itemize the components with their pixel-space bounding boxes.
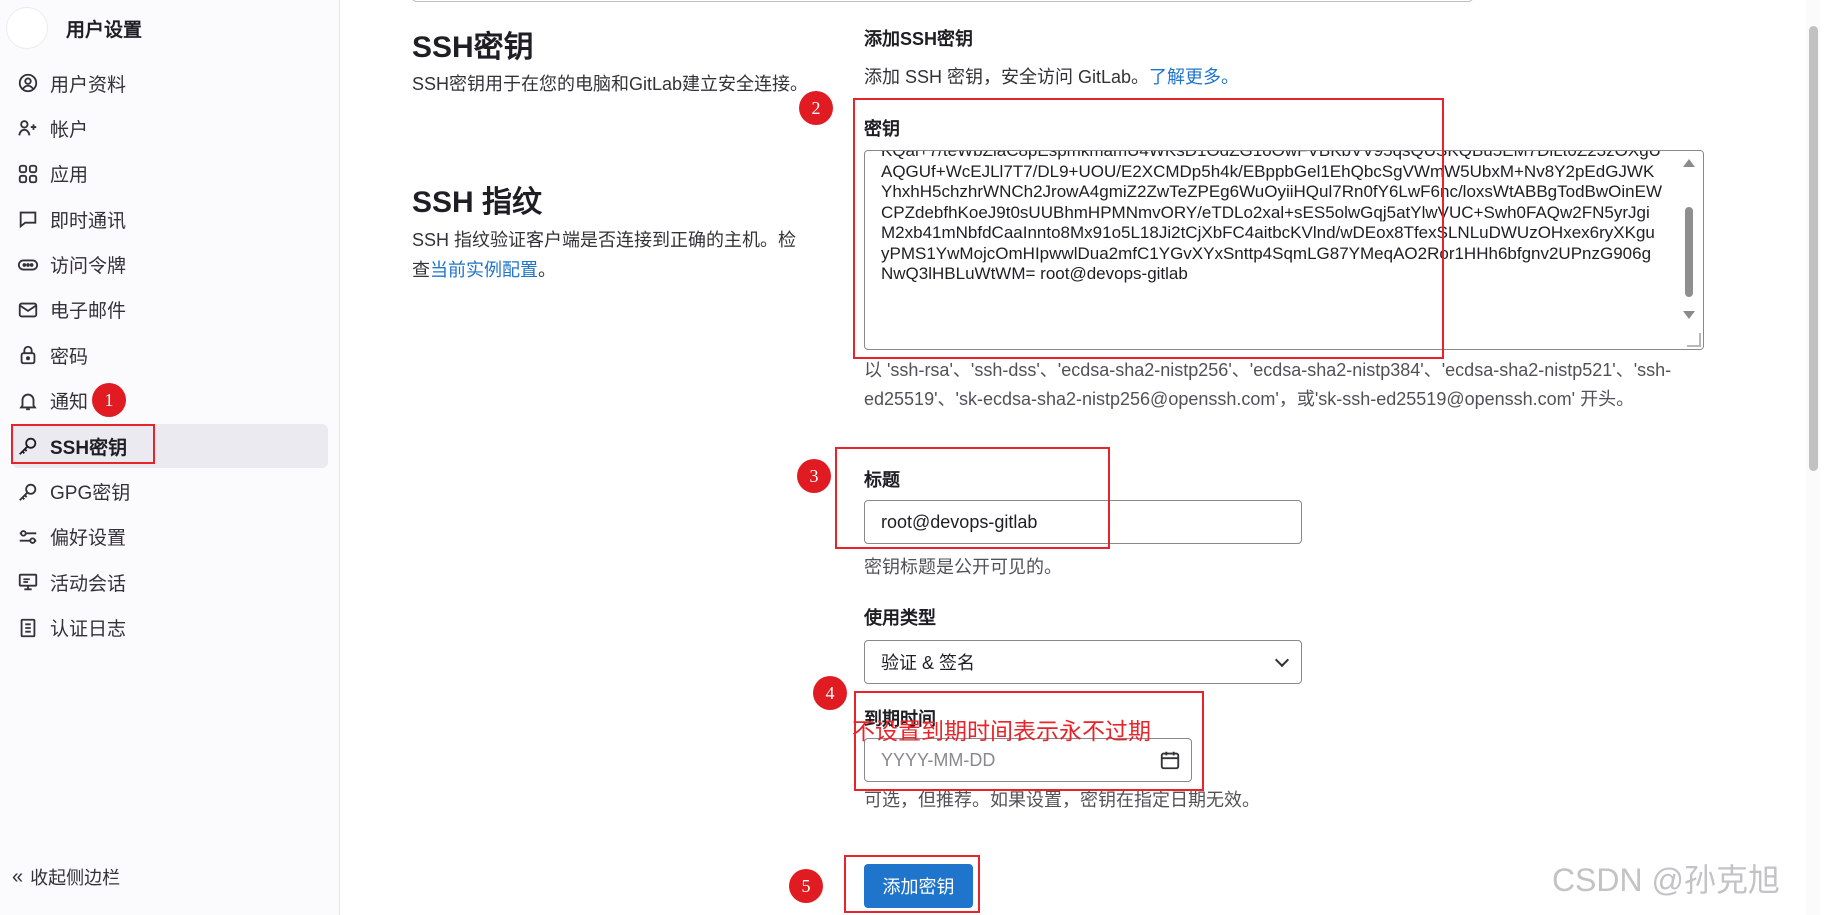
account-icon (16, 116, 40, 140)
key-textarea-value: KQal+7/teWbZlaC8pEspmkmamU4WKsD1OdZG1oOw… (881, 150, 1663, 283)
double-chevron-left-icon: « (12, 865, 23, 888)
sidebar-item-active-sessions[interactable]: 活动会话 (12, 560, 328, 604)
learn-more-link[interactable]: 了解更多。 (1149, 67, 1239, 87)
sidebar-item-label: 电子邮件 (50, 301, 127, 323)
sidebar-nav: 用户资料 帐户 应用 即时通讯 访问令牌 电子邮件 密码 通知 SSH密钥 GP… (12, 61, 328, 651)
ssh-fingerprint-title: SSH 指纹 (412, 186, 543, 219)
main-content: SSH密钥 SSH密钥用于在您的电脑和GitLab建立安全连接。 SSH 指纹 … (341, 0, 1824, 915)
sidebar-item-applications[interactable]: 应用 (12, 152, 328, 196)
chat-icon (16, 207, 40, 231)
fingerprint-desc-suffix: 。 (538, 260, 556, 280)
usage-type-label: 使用类型 (864, 608, 936, 628)
sidebar-item-profile[interactable]: 用户资料 (12, 61, 328, 105)
add-ssh-key-heading: 添加SSH密钥 (864, 29, 974, 49)
page-scroll-thumb[interactable] (1809, 26, 1818, 471)
add-ssh-key-intro: 添加 SSH 密钥，安全访问 GitLab。了解更多。 (864, 63, 1239, 89)
scroll-down-icon[interactable] (1683, 311, 1695, 319)
sidebar-item-chat[interactable]: 即时通讯 (12, 197, 328, 241)
annotation-badge-1: 1 (92, 383, 126, 417)
sidebar-item-emails[interactable]: 电子邮件 (12, 288, 328, 332)
sidebar-title: 用户设置 (66, 19, 143, 41)
title-input[interactable]: root@devops-gitlab (864, 500, 1302, 544)
sidebar-item-ssh-keys[interactable]: SSH密钥 (12, 424, 328, 469)
sidebar-item-label: 帐户 (50, 119, 89, 141)
instance-config-link[interactable]: 当前实例配置 (430, 260, 538, 280)
title-label: 标题 (864, 470, 900, 490)
apps-grid-icon (16, 162, 40, 186)
annotation-badge-3: 3 (797, 459, 831, 493)
divider (411, 0, 1474, 2)
sidebar-item-notifications[interactable]: 通知 (12, 379, 328, 423)
key-textarea[interactable]: KQal+7/teWbZlaC8pEspmkmamU4WKsD1OdZG1oOw… (864, 150, 1704, 350)
collapse-sidebar-label: 收起侧边栏 (30, 868, 121, 888)
intro-text: 添加 SSH 密钥，安全访问 GitLab。 (864, 67, 1150, 87)
scroll-thumb[interactable] (1685, 207, 1693, 297)
bell-icon (16, 389, 40, 413)
sidebar-item-password[interactable]: 密码 (12, 333, 328, 377)
chevron-down-icon (1274, 652, 1290, 668)
key-icon (16, 434, 40, 458)
add-key-button[interactable]: 添加密钥 (864, 864, 973, 908)
collapse-sidebar-button[interactable]: « 收起侧边栏 (12, 861, 120, 893)
sidebar-item-label: 密码 (50, 346, 89, 368)
key-label: 密钥 (864, 119, 900, 139)
expiry-help-text: 可选，但推荐。如果设置，密钥在指定日期无效。 (864, 790, 1260, 810)
title-help-text: 密钥标题是公开可见的。 (864, 557, 1062, 577)
expiry-placeholder: YYYY-MM-DD (881, 749, 996, 770)
sidebar-item-label: GPG密钥 (50, 483, 131, 505)
calendar-icon[interactable] (1159, 749, 1181, 771)
preferences-icon (16, 525, 40, 549)
key-icon (16, 480, 40, 504)
ssh-fingerprint-description: SSH 指纹验证客户端是否连接到正确的主机。检查当前实例配置。 (412, 225, 812, 285)
sidebar-item-label: 通知 (50, 392, 89, 414)
ssh-keys-description: SSH密钥用于在您的电脑和GitLab建立安全连接。 (412, 74, 809, 94)
sidebar-item-label: 活动会话 (50, 573, 127, 595)
sidebar-item-gpg-keys[interactable]: GPG密钥 (12, 470, 328, 514)
annotation-badge-2: 2 (799, 91, 833, 125)
sidebar-item-label: 偏好设置 (50, 528, 127, 550)
sidebar-header: 用户设置 (6, 6, 142, 50)
sidebar-item-label: 应用 (50, 165, 89, 187)
sidebar-item-label: 即时通讯 (50, 210, 127, 232)
annotation-badge-5: 5 (789, 869, 823, 903)
usage-type-value: 验证 & 签名 (881, 653, 976, 673)
sidebar-item-preferences[interactable]: 偏好设置 (12, 515, 328, 559)
watermark: CSDN @孙克旭 (1551, 862, 1780, 898)
sidebar-item-access-tokens[interactable]: 访问令牌 (12, 243, 328, 287)
key-help-text: 以 'ssh-rsa'、'ssh-dss'、'ecdsa-sha2-nistp2… (864, 360, 1672, 409)
user-circle-icon (16, 71, 40, 95)
annotation-note: 不设置到期时间表示永不过期 (852, 718, 1151, 744)
annotation-badge-4: 4 (813, 676, 847, 710)
title-input-value: root@devops-gitlab (881, 511, 1038, 532)
usage-type-select[interactable]: 验证 & 签名 (864, 640, 1302, 684)
log-icon (16, 616, 40, 640)
sidebar-item-account[interactable]: 帐户 (12, 106, 328, 150)
token-icon (16, 253, 40, 277)
ssh-keys-title: SSH密钥 (412, 31, 534, 64)
scroll-up-icon[interactable] (1683, 159, 1695, 167)
sidebar-item-label: 用户资料 (50, 74, 127, 96)
resize-handle-icon[interactable] (1687, 333, 1701, 347)
sidebar-item-auth-log[interactable]: 认证日志 (12, 606, 328, 650)
sidebar-item-label: 访问令牌 (50, 256, 127, 278)
lock-icon (16, 343, 40, 367)
sidebar-item-label: 认证日志 (50, 619, 127, 641)
monitor-icon (16, 570, 40, 594)
key-textarea-scrollbar[interactable] (1675, 151, 1703, 349)
sidebar: 用户设置 用户资料 帐户 应用 即时通讯 访问令牌 电子邮件 密码 通知 SSH… (0, 0, 340, 915)
sidebar-item-label: SSH密钥 (50, 437, 128, 459)
page-scrollbar[interactable] (1806, 0, 1820, 915)
avatar[interactable] (6, 7, 48, 49)
mail-icon (16, 298, 40, 322)
